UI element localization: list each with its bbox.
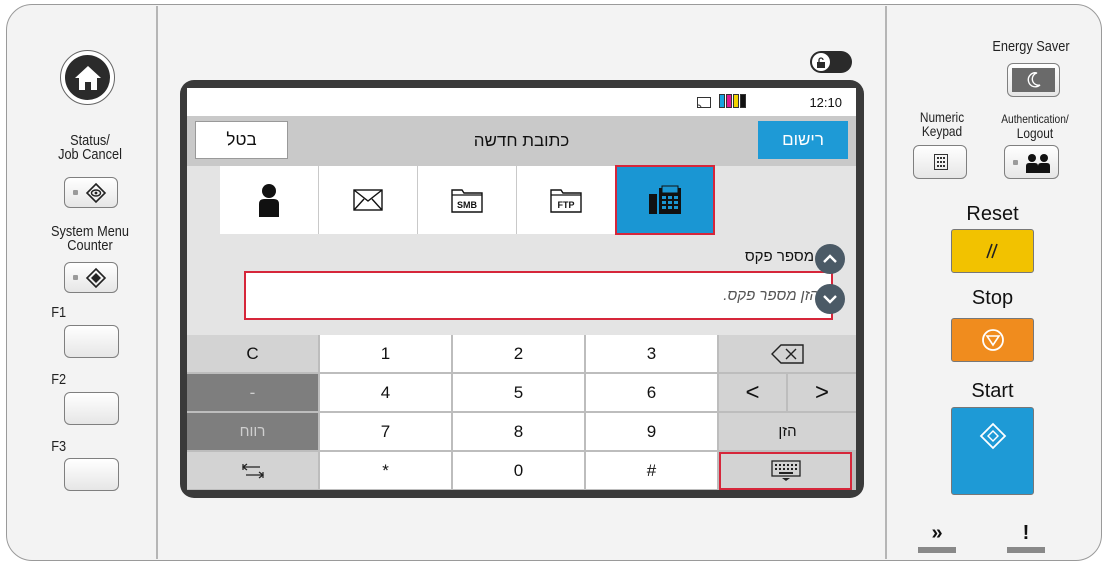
system-menu-counter-label: System Menu Counter bbox=[50, 224, 130, 254]
reset-button[interactable] bbox=[951, 229, 1034, 273]
authentication-logout-label: Authentication/ Logout bbox=[1001, 112, 1069, 141]
f2-label: F2 bbox=[51, 372, 67, 388]
toner-level-icon bbox=[719, 94, 749, 108]
status-job-cancel-button[interactable] bbox=[64, 177, 118, 208]
key-hyphen[interactable]: - bbox=[187, 374, 318, 411]
chevron-up-icon bbox=[823, 254, 837, 263]
stop-icon bbox=[981, 329, 1004, 351]
start-diamond-icon bbox=[979, 422, 1006, 450]
fax-number-label: מספר פקס bbox=[744, 248, 814, 265]
f1-label: F1 bbox=[51, 305, 67, 321]
numeric-keypad-button[interactable] bbox=[913, 145, 967, 179]
home-icon bbox=[74, 65, 101, 90]
fax-icon bbox=[649, 185, 681, 214]
key-enter[interactable]: הזן bbox=[719, 413, 856, 450]
reset-label: Reset bbox=[966, 203, 1019, 225]
key-0[interactable]: 0 bbox=[453, 452, 584, 489]
person-icon bbox=[259, 184, 279, 217]
tab-user[interactable] bbox=[220, 166, 319, 234]
chevron-down-icon bbox=[823, 295, 837, 304]
key-5[interactable]: 5 bbox=[453, 374, 584, 411]
users-icon bbox=[1026, 154, 1050, 173]
key-3[interactable]: 3 bbox=[586, 335, 717, 372]
key-space[interactable]: רווח bbox=[187, 413, 318, 450]
svg-text:SMB: SMB bbox=[457, 200, 478, 210]
scroll-up-button[interactable] bbox=[815, 244, 845, 274]
f2-button[interactable] bbox=[64, 392, 119, 425]
envelope-icon bbox=[353, 189, 383, 211]
tab-ftp[interactable]: FTP bbox=[517, 166, 616, 234]
key-7[interactable]: 7 bbox=[320, 413, 451, 450]
stop-button[interactable] bbox=[951, 318, 1034, 362]
status-job-cancel-label: Status/ Job Cancel bbox=[58, 133, 122, 163]
tab-arrows-icon bbox=[241, 463, 264, 478]
status-bar: 12:10 bbox=[187, 88, 856, 116]
data-indicator: » bbox=[915, 522, 959, 553]
clock: 12:10 bbox=[809, 95, 842, 110]
right-divider bbox=[885, 6, 887, 559]
key-9[interactable]: 9 bbox=[586, 413, 717, 450]
scroll-down-button[interactable] bbox=[815, 284, 845, 314]
energy-saver-button[interactable] bbox=[1007, 63, 1060, 97]
settings-diamond-icon bbox=[85, 267, 107, 289]
register-button[interactable]: רישום bbox=[758, 121, 848, 159]
key-keyboard-toggle[interactable] bbox=[719, 452, 852, 490]
page-title: כתובת חדשה bbox=[473, 131, 570, 150]
destination-type-tabs: SMB FTP bbox=[220, 165, 715, 235]
key-6[interactable]: 6 bbox=[586, 374, 717, 411]
tab-fax[interactable] bbox=[615, 165, 715, 235]
backspace-icon bbox=[770, 343, 804, 364]
keypad-icon bbox=[934, 154, 948, 170]
start-button[interactable] bbox=[951, 407, 1034, 495]
fax-number-input[interactable] bbox=[246, 273, 831, 318]
ftp-folder-icon: FTP bbox=[550, 189, 582, 213]
key-cursor-left[interactable]: < bbox=[719, 374, 786, 411]
virtual-keypad: C 1 2 3 - 4 5 6 < > רווח 7 8 9 הזן * 0 # bbox=[187, 335, 856, 490]
left-divider bbox=[156, 6, 158, 559]
svg-text:FTP: FTP bbox=[558, 200, 575, 210]
key-8[interactable]: 8 bbox=[453, 413, 584, 450]
key-backspace[interactable] bbox=[719, 335, 856, 372]
tab-email[interactable] bbox=[319, 166, 418, 234]
reset-slash-icon bbox=[985, 243, 998, 259]
unlock-icon bbox=[817, 56, 825, 68]
key-1[interactable]: 1 bbox=[320, 335, 451, 372]
system-menu-counter-button[interactable] bbox=[64, 262, 118, 293]
tab-smb[interactable]: SMB bbox=[418, 166, 517, 234]
key-asterisk[interactable]: * bbox=[320, 452, 451, 489]
lock-toggle[interactable] bbox=[810, 51, 852, 73]
smb-folder-icon: SMB bbox=[451, 189, 483, 213]
key-cursor-right[interactable]: > bbox=[788, 374, 856, 411]
key-2[interactable]: 2 bbox=[453, 335, 584, 372]
fax-number-field[interactable] bbox=[244, 271, 833, 320]
stop-label: Stop bbox=[971, 287, 1014, 309]
diamond-icon bbox=[85, 182, 107, 204]
moon-icon bbox=[1027, 72, 1040, 88]
numeric-keypad-label: Numeric Keypad bbox=[919, 109, 965, 139]
title-bar: בטל כתובת חדשה רישום bbox=[187, 116, 856, 166]
key-hash[interactable]: # bbox=[586, 452, 717, 489]
home-button[interactable] bbox=[60, 50, 115, 105]
key-clear[interactable]: C bbox=[187, 335, 318, 372]
keyboard-icon bbox=[770, 460, 801, 481]
touch-screen: 12:10 בטל כתובת חדשה רישום SMB FTP מספר … bbox=[187, 88, 856, 490]
f1-button[interactable] bbox=[64, 325, 119, 358]
cast-icon bbox=[697, 97, 711, 108]
attention-indicator: ! bbox=[1004, 522, 1048, 553]
authentication-logout-button[interactable] bbox=[1004, 145, 1059, 179]
start-label: Start bbox=[971, 380, 1014, 402]
key-4[interactable]: 4 bbox=[320, 374, 451, 411]
f3-label: F3 bbox=[51, 439, 67, 455]
f3-button[interactable] bbox=[64, 458, 119, 491]
key-tab[interactable] bbox=[187, 452, 318, 489]
energy-saver-label: Energy Saver bbox=[992, 38, 1070, 55]
